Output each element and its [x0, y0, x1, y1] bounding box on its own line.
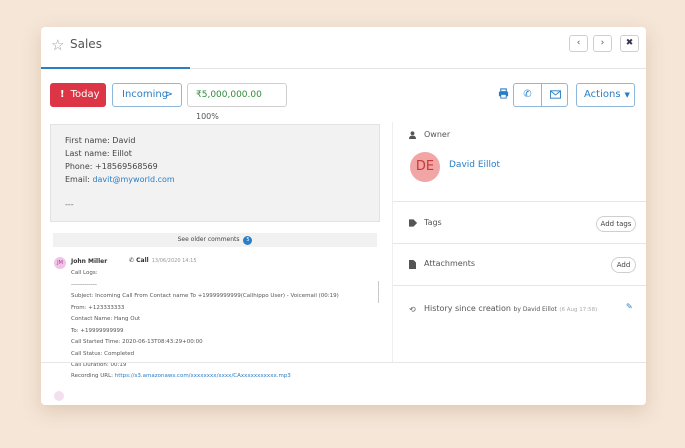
- avatar: JM: [54, 257, 66, 269]
- chevron-right-icon: >: [164, 89, 173, 100]
- log-line: From: +123333333: [71, 305, 125, 311]
- first-name: First name: David: [65, 136, 136, 145]
- close-button[interactable]: ✖: [620, 35, 639, 52]
- add-attachment-button[interactable]: Add: [611, 257, 636, 273]
- log-line: Call Logs:: [71, 270, 98, 276]
- contact-button-group: ✆: [513, 83, 568, 107]
- amount-percent: 100%: [196, 112, 219, 121]
- alert-icon: !: [60, 89, 65, 100]
- attachments-section: Attachments Add: [393, 244, 646, 286]
- sidebar-panel: Owner DE David Eillot Tags Add tags Atta…: [392, 122, 646, 362]
- page-title: Sales: [70, 37, 102, 51]
- prev-button[interactable]: ‹: [569, 35, 588, 52]
- phone: Phone: +18569568569: [65, 162, 158, 171]
- tag-icon: [409, 219, 418, 229]
- tags-label: Tags: [424, 218, 442, 227]
- caret-down-icon: ▼: [624, 91, 630, 99]
- mail-icon[interactable]: [542, 84, 569, 106]
- email-row: Email: davit@myworld.com: [65, 175, 175, 184]
- history-label: History since creation: [424, 304, 511, 313]
- history-icon: ⟲: [409, 305, 416, 314]
- history-date: (6 Aug 17:58): [559, 307, 598, 313]
- next-button[interactable]: ›: [593, 35, 612, 52]
- call-type: Call: [136, 257, 149, 264]
- email-link[interactable]: davit@myworld.com: [92, 175, 174, 184]
- log-line: -------------: [71, 282, 97, 288]
- content-divider: [41, 362, 646, 363]
- log-line: Call Status: Completed: [71, 351, 135, 357]
- email-label: Email:: [65, 175, 93, 184]
- see-older-comments[interactable]: See older comments 5: [53, 233, 377, 247]
- attachments-label: Attachments: [424, 259, 476, 268]
- user-icon: [409, 131, 416, 141]
- history-by: by David Eillot: [513, 306, 557, 313]
- history-section: ⟲ History since creation by David Eillot…: [393, 297, 646, 327]
- amount-button[interactable]: ₹5,000,000.00 100%: [187, 83, 287, 121]
- owner-name-link[interactable]: David Eillot: [449, 160, 500, 170]
- see-older-label: See older comments: [177, 236, 240, 243]
- call-tag: ✆ Call 13/06/2020 14:15: [129, 257, 197, 264]
- recording-row: Recording URL: https://s3.amazonaws.com/…: [71, 373, 291, 379]
- older-count-badge: 5: [243, 236, 253, 245]
- file-icon: [409, 260, 416, 271]
- comment-date: 13/06/2020 14:15: [151, 258, 197, 264]
- edit-icon[interactable]: ✎: [626, 302, 633, 311]
- separator-dashes: ---: [65, 200, 74, 209]
- contact-details-panel: First name: David Last name: Eillot Phon…: [50, 124, 380, 222]
- actions-label: Actions: [584, 89, 621, 100]
- owner-label: Owner: [424, 130, 451, 139]
- log-line: Contact Name: Hang Out: [71, 316, 141, 322]
- title-underline: [41, 67, 190, 69]
- last-name: Last name: Eillot: [65, 149, 132, 158]
- next-avatar: [54, 391, 64, 401]
- section-divider: [393, 285, 646, 286]
- log-line: Call Started Time: 2020-06-13T08:43:29+0…: [71, 339, 203, 345]
- deal-card: ☆ Sales ‹ › ✖ ! Today Incoming > ₹5,000,0…: [41, 27, 646, 405]
- phone-icon[interactable]: ✆: [514, 84, 541, 106]
- add-tags-button[interactable]: Add tags: [596, 216, 636, 232]
- today-label: Today: [70, 89, 100, 100]
- incoming-button[interactable]: Incoming >: [112, 83, 182, 107]
- today-button[interactable]: ! Today: [50, 83, 106, 107]
- history-row: History since creation by David Eillot (…: [424, 304, 597, 313]
- incoming-label: Incoming: [122, 89, 169, 100]
- print-icon[interactable]: [498, 88, 510, 100]
- comment-author[interactable]: John Miller: [71, 258, 107, 265]
- owner-avatar: DE: [410, 152, 440, 182]
- star-icon[interactable]: ☆: [51, 36, 64, 54]
- owner-section: Owner DE David Eillot: [393, 122, 646, 202]
- title-bar: ☆ Sales ‹ › ✖: [41, 27, 646, 69]
- actions-dropdown[interactable]: Actions ▼: [576, 83, 635, 107]
- scrollbar[interactable]: [378, 281, 379, 303]
- amount-value: ₹5,000,000.00: [196, 90, 262, 100]
- recording-link[interactable]: https://s3.amazonaws.com/xxxxxxxx/xxxx/C…: [115, 373, 291, 379]
- log-line: To: +19999999999: [71, 328, 124, 334]
- recording-label: Recording URL:: [71, 373, 115, 379]
- tags-section: Tags Add tags: [393, 202, 646, 244]
- log-line: Subject: Incoming Call From Contact name…: [71, 293, 339, 299]
